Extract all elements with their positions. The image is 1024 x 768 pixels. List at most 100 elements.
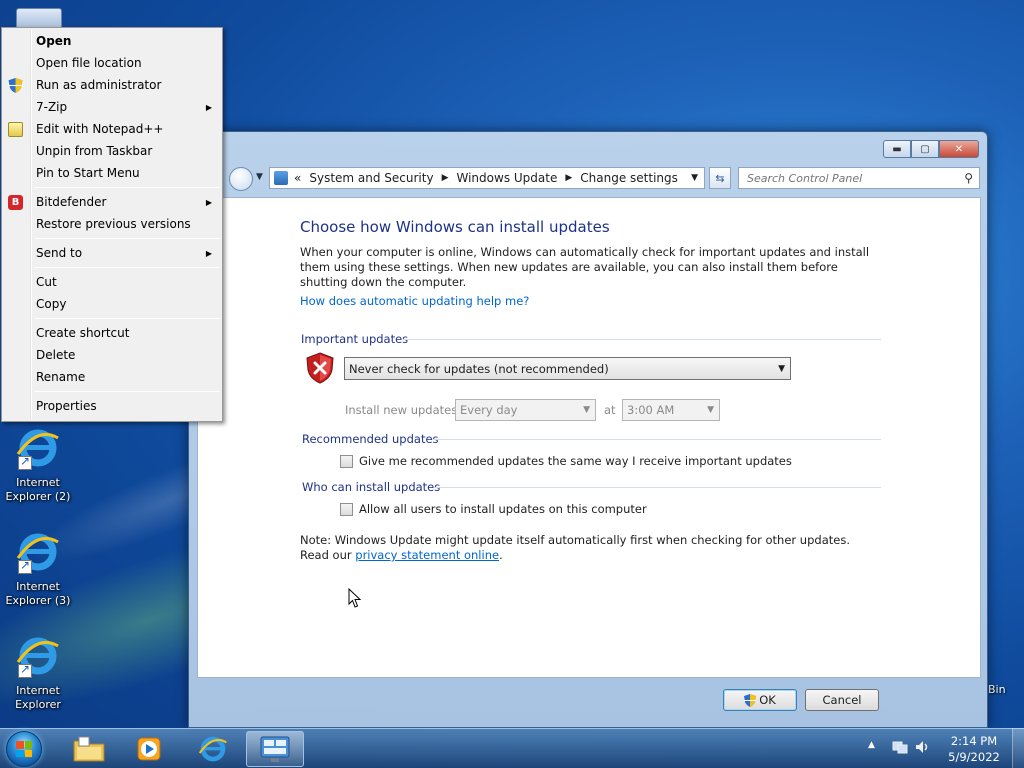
maximize-button[interactable]: ▢ (911, 140, 939, 158)
menu-item-label: Send to (36, 246, 83, 260)
menu-item-pin-to-start-menu[interactable]: Pin to Start Menu (2, 162, 222, 184)
install-time-select[interactable]: 3:00 AM ▼ (622, 399, 720, 421)
recycle-bin-label[interactable]: Bin (988, 683, 1006, 696)
menu-separator (34, 187, 220, 188)
breadcrumb-separator-icon[interactable]: ▶ (442, 173, 449, 183)
network-icon[interactable] (892, 739, 908, 755)
breadcrumb-change-settings[interactable]: Change settings (580, 171, 678, 185)
recommended-updates-checkbox-label[interactable]: Give me recommended updates the same way… (359, 454, 792, 468)
menu-item-label: 7-Zip (36, 100, 68, 114)
internet-explorer-icon (14, 424, 62, 472)
address-dropdown-icon[interactable]: ▼ (691, 173, 698, 183)
shortcut-arrow-icon (18, 662, 32, 678)
refresh-button[interactable]: ⇆ (709, 167, 731, 189)
privacy-statement-link[interactable]: privacy statement online (355, 548, 499, 562)
control-panel-icon (260, 736, 290, 762)
cancel-button[interactable]: Cancel (805, 689, 879, 711)
ok-button[interactable]: OK (723, 689, 797, 711)
menu-item-copy[interactable]: Copy (2, 293, 222, 315)
menu-separator (34, 391, 220, 392)
shortcut-arrow-icon (18, 454, 32, 470)
menu-item-properties[interactable]: Properties (2, 395, 222, 417)
clock-date: 5/9/2022 (948, 750, 1000, 764)
menu-item-edit-with-notepad[interactable]: Edit with Notepad++ (2, 118, 222, 140)
menu-item-label: Rename (36, 370, 86, 384)
allow-all-users-option[interactable]: Allow all users to install updates on th… (340, 502, 647, 516)
taskbar-windows-explorer[interactable] (60, 731, 118, 767)
important-updates-select[interactable]: Never check for updates (not recommended… (344, 357, 791, 380)
taskbar-media-player[interactable] (120, 731, 178, 767)
menu-item-label: Pin to Start Menu (36, 166, 140, 180)
breadcrumb-overflow[interactable]: « (294, 171, 301, 185)
recommended-updates-checkbox[interactable] (340, 454, 353, 468)
clock-time: 2:14 PM (950, 734, 998, 748)
menu-item-delete[interactable]: Delete (2, 344, 222, 366)
allow-all-users-checkbox[interactable] (340, 502, 353, 516)
windows-logo-icon (16, 741, 32, 757)
windows-update-window: ▬ ▢ ✕ ▼ « System and Security ▶ Windows … (188, 131, 988, 728)
breadcrumb-windows-update[interactable]: Windows Update (457, 171, 558, 185)
volume-icon[interactable] (914, 739, 930, 755)
content-pane: Choose how Windows can install updates W… (197, 197, 981, 678)
taskbar-control-panel[interactable] (246, 731, 304, 767)
address-bar[interactable]: « System and Security ▶ Windows Update ▶… (269, 167, 705, 189)
media-player-icon (137, 737, 161, 761)
desktop-icon-label: Explorer (2) (5, 490, 71, 503)
who-can-install-title: Who can install updates (302, 480, 441, 494)
menu-item-cut[interactable]: Cut (2, 271, 222, 293)
desktop-icon-internet-explorer[interactable]: Internet Explorer (0, 632, 76, 712)
system-clock[interactable]: 2:14 PM 5/9/2022 (940, 733, 1008, 765)
close-button[interactable]: ✕ (939, 140, 979, 158)
security-warning-shield-icon (306, 352, 334, 384)
page-title: Choose how Windows can install updates (300, 218, 610, 236)
shortcut-arrow-icon (18, 558, 32, 574)
menu-item-run-as-administrator[interactable]: Run as administrator (2, 74, 222, 96)
control-panel-icon (274, 171, 288, 185)
menu-item-open-file-location[interactable]: Open file location (2, 52, 222, 74)
search-input[interactable] (745, 170, 955, 186)
breadcrumb-separator-icon[interactable]: ▶ (565, 173, 572, 183)
update-note: Note: Windows Update might update itself… (300, 533, 870, 563)
at-label: at (604, 403, 616, 417)
breadcrumb-system-and-security[interactable]: System and Security (309, 171, 433, 185)
recent-pages-chevron-icon[interactable]: ▼ (256, 172, 263, 182)
search-box[interactable]: ⚲ (738, 167, 980, 189)
ok-label: OK (759, 693, 776, 707)
submenu-arrow-icon: ▶ (205, 248, 212, 258)
menu-item-send-to[interactable]: Send to ▶ (2, 242, 222, 264)
menu-item-restore-previous-versions[interactable]: Restore previous versions (2, 213, 222, 235)
help-link[interactable]: How does automatic updating help me? (300, 294, 529, 308)
menu-item-unpin-from-taskbar[interactable]: Unpin from Taskbar (2, 140, 222, 162)
forward-button[interactable] (229, 167, 253, 191)
update-note-end: . (499, 548, 503, 562)
menu-item-rename[interactable]: Rename (2, 366, 222, 388)
desktop-icon-internet-explorer-3[interactable]: Internet Explorer (3) (0, 528, 76, 608)
menu-item-label: Run as administrator (36, 78, 162, 92)
chevron-down-icon: ▼ (583, 405, 590, 415)
menu-item-7-zip[interactable]: 7-Zip ▶ (2, 96, 222, 118)
taskbar-internet-explorer[interactable] (184, 731, 242, 767)
menu-item-open[interactable]: Open (2, 30, 222, 52)
windows-explorer-icon (73, 736, 105, 762)
show-desktop-button[interactable] (1012, 728, 1024, 768)
menu-item-label: Properties (36, 399, 97, 413)
notepad-plus-plus-icon (8, 122, 23, 137)
page-description: When your computer is online, Windows ca… (300, 245, 870, 289)
desktop-icon-internet-explorer-2[interactable]: Internet Explorer (2) (0, 424, 76, 504)
uac-shield-icon (8, 78, 23, 93)
important-updates-selected: Never check for updates (not recommended… (349, 361, 609, 376)
recommended-updates-option[interactable]: Give me recommended updates the same way… (340, 454, 792, 468)
menu-item-label: Open file location (36, 56, 142, 70)
allow-all-users-checkbox-label[interactable]: Allow all users to install updates on th… (359, 502, 647, 516)
menu-item-label: Open (36, 34, 72, 48)
menu-item-bitdefender[interactable]: B Bitdefender ▶ (2, 191, 222, 213)
start-button[interactable] (6, 731, 42, 767)
install-frequency-select[interactable]: Every day ▼ (455, 399, 596, 421)
install-frequency-value: Every day (460, 403, 518, 417)
minimize-button[interactable]: ▬ (883, 140, 911, 158)
search-icon[interactable]: ⚲ (964, 171, 973, 185)
context-menu: Open Open file location Run as administr… (1, 27, 223, 422)
show-hidden-icons-button[interactable]: ▲ (868, 740, 875, 750)
submenu-arrow-icon: ▶ (205, 102, 212, 112)
menu-item-create-shortcut[interactable]: Create shortcut (2, 322, 222, 344)
